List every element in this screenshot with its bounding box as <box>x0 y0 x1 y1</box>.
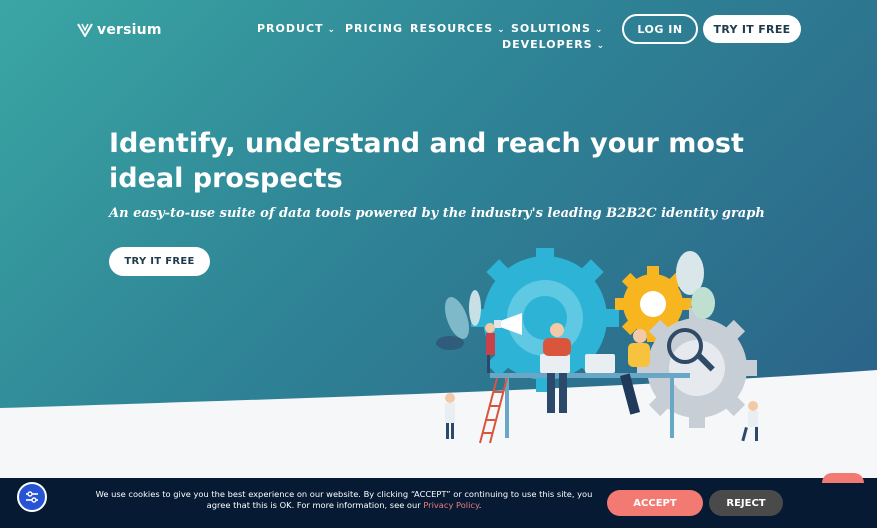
person-right-bottom <box>741 401 758 442</box>
team-gears-illustration <box>436 248 758 444</box>
laptop-1 <box>540 354 570 373</box>
hero-headline: Identify, understand and reach your most… <box>109 128 744 194</box>
nav-pricing-label: PRICING <box>345 22 404 35</box>
hero-subhead: An easy-to-use suite of data tools power… <box>109 206 765 221</box>
nav-resources-label: RESOURCES <box>410 22 494 35</box>
plant-left <box>436 290 481 350</box>
laptop-2 <box>585 354 615 373</box>
chevron-down-icon: ⌄ <box>327 25 337 35</box>
accessibility-toggle-icon <box>26 491 38 503</box>
chevron-down-icon: ⌄ <box>594 25 604 35</box>
cookie-period: . <box>478 500 482 510</box>
cookie-message: We use cookies to give you the best expe… <box>92 489 596 511</box>
try-free-hero-button[interactable]: TRY IT FREE <box>109 247 210 276</box>
desk <box>490 373 690 378</box>
nav-resources[interactable]: RESOURCES ⌄ <box>410 22 506 35</box>
nav-product-label: PRODUCT <box>257 22 324 35</box>
nav-developers[interactable]: DEVELOPERS ⌄ <box>502 38 605 51</box>
person-left-bottom <box>445 393 455 439</box>
logo-text: versium <box>97 22 162 38</box>
accessibility-icon[interactable] <box>17 482 47 512</box>
ladder <box>479 377 508 444</box>
grey-gear <box>637 308 757 428</box>
chevron-down-icon: ⌄ <box>596 41 606 51</box>
reject-cookies-button[interactable]: REJECT <box>709 490 783 516</box>
chat-icon[interactable] <box>822 473 864 483</box>
privacy-policy-link[interactable]: Privacy Policy <box>423 500 478 510</box>
versium-logo-icon <box>77 23 93 37</box>
cookie-text: We use cookies to give you the best expe… <box>95 489 593 510</box>
nav-solutions-label: SOLUTIONS <box>511 22 591 35</box>
chevron-down-icon: ⌄ <box>497 25 506 35</box>
nav-product[interactable]: PRODUCT ⌄ <box>257 22 336 35</box>
versium-logo[interactable]: versium <box>77 22 162 38</box>
try-free-header-button[interactable]: TRY IT FREE <box>703 15 801 43</box>
nav-pricing[interactable]: PRICING <box>345 22 403 35</box>
login-button[interactable]: LOG IN <box>622 14 698 44</box>
nav-solutions[interactable]: SOLUTIONS ⌄ <box>511 22 603 35</box>
accept-cookies-button[interactable]: ACCEPT <box>607 490 703 516</box>
nav-developers-label: DEVELOPERS <box>502 38 593 51</box>
